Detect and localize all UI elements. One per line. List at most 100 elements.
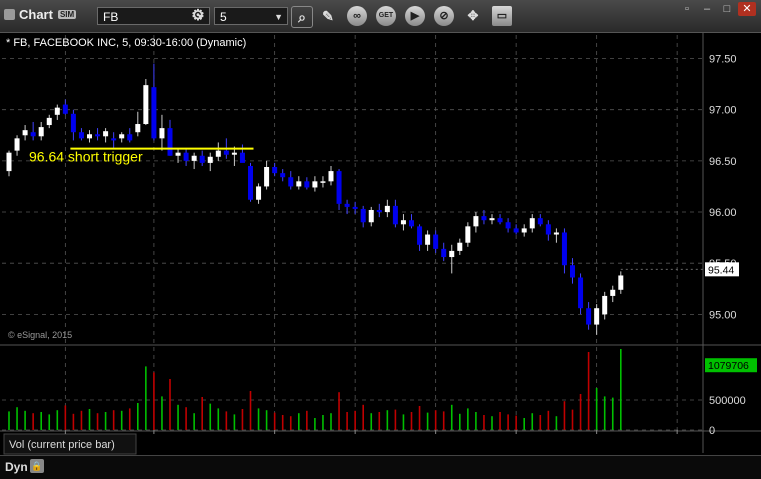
candle-body [473,216,479,227]
minimize-icon[interactable]: – [698,2,716,16]
candle-body [95,134,101,137]
window-icon[interactable]: ▭ [492,6,512,26]
candle-body [570,265,575,278]
price-tick-label: 96.00 [709,207,737,219]
settings-icon[interactable]: ⚙ [188,6,208,26]
chart-title: * FB, FACEBOOK INC, 5, 09:30-16:00 (Dyna… [6,37,246,49]
candle-body [409,220,414,227]
candle-body [6,152,12,172]
candle-body [70,113,76,133]
candle-body [344,203,350,207]
candle-body [280,173,286,178]
candle-body [553,232,559,235]
candle-body [529,218,535,229]
candle-body [561,232,567,266]
candle-body [384,205,390,213]
price-pane[interactable]: 97.5097.0096.5096.0095.5095.00* FB, FACE… [0,33,761,453]
candle-body [183,152,189,161]
get-icon[interactable]: GET [376,6,396,26]
candle-body [586,308,592,325]
candle-body [22,130,28,136]
candle-body [352,206,358,209]
candle-body [38,127,44,137]
candle-body [175,152,181,156]
candle-body [449,250,455,258]
candle-body [256,186,262,200]
symbol-value: FB [103,10,119,24]
candle-body [417,226,423,245]
candle-body [368,209,374,223]
candle-body [248,165,253,200]
candle-body [14,138,20,151]
candle-body [111,138,117,141]
play-icon[interactable]: ▶ [405,6,425,26]
close-icon[interactable]: ✕ [738,2,756,16]
candle-body [610,289,616,296]
link-icon[interactable]: ∞ [347,6,367,26]
pencil-icon[interactable]: ✎ [318,6,338,26]
candle-body [594,308,600,325]
status-bar: Dyn 🔒 [0,455,761,479]
price-tick-label: 97.50 [709,54,737,66]
sim-badge: SIM [57,10,77,19]
candle-body [207,156,213,163]
candle-body [400,220,406,225]
candle-body [223,150,229,155]
restore-icon[interactable]: ▫ [678,2,696,16]
candle-body [296,181,302,187]
chart-window-icon [4,9,15,20]
candle-body [231,152,237,155]
last-volume-label: 1079706 [708,360,749,372]
candle-body [312,181,318,188]
candle-body [119,134,125,139]
candle-body [135,124,141,133]
candle-body [78,132,84,139]
candle-body [239,152,245,163]
candle-body [360,208,366,223]
candle-body [62,104,68,114]
dynamic-mode-label: Dyn [5,460,28,474]
candle-body [578,277,584,309]
candle-body [151,87,157,139]
last-price-label: 95.44 [708,264,734,276]
volume-tick-label: 500000 [709,395,746,407]
interval-input[interactable]: 5 ▼ [214,7,288,25]
candle-body [392,205,398,225]
candle-body [545,224,551,235]
price-tick-label: 96.50 [709,156,737,168]
price-tick-label: 97.00 [709,105,737,117]
candle-body [54,107,60,115]
candle-body [30,132,36,137]
chart-title-label: Chart [19,7,53,22]
candle-body [127,134,133,141]
chart-area[interactable]: 97.5097.0096.5096.0095.5095.00* FB, FACE… [0,33,761,455]
candle-body [537,218,543,225]
chevron-down-icon[interactable]: ▼ [274,8,283,26]
candle-body [497,218,503,223]
price-tick-label: 95.00 [709,309,737,321]
candle-body [425,234,431,245]
candle-body [513,228,519,233]
candle-body [602,295,608,315]
candle-body [264,167,270,187]
chart-window-title: Chart SIM [4,7,77,22]
candle-body [143,85,149,125]
candle-body [433,234,439,249]
magnifier-icon[interactable]: ⌕ [291,6,313,28]
candle-body [457,242,463,251]
volume-pane[interactable]: 500000 0 1079706 Vol (current price bar) [0,349,761,455]
candle-body [521,228,527,233]
chart-toolbar: Chart SIM FB ▼ ⚙ 5 ▼ ⌕ ✎ ∞ GET ▶ ⊘ ✥ ▭ ▫ … [0,0,761,33]
candle-body [215,150,221,157]
maximize-icon[interactable]: □ [718,2,736,16]
candle-body [336,171,342,204]
lock-icon[interactable]: 🔒 [30,459,44,473]
candle-body [505,222,511,229]
candle-body [618,275,624,290]
ban-icon[interactable]: ⊘ [434,6,454,26]
crosshair-icon[interactable]: ✥ [463,6,483,26]
candle-body [87,134,92,139]
candle-body [159,128,165,139]
candle-body [191,155,197,161]
candle-body [320,181,326,183]
